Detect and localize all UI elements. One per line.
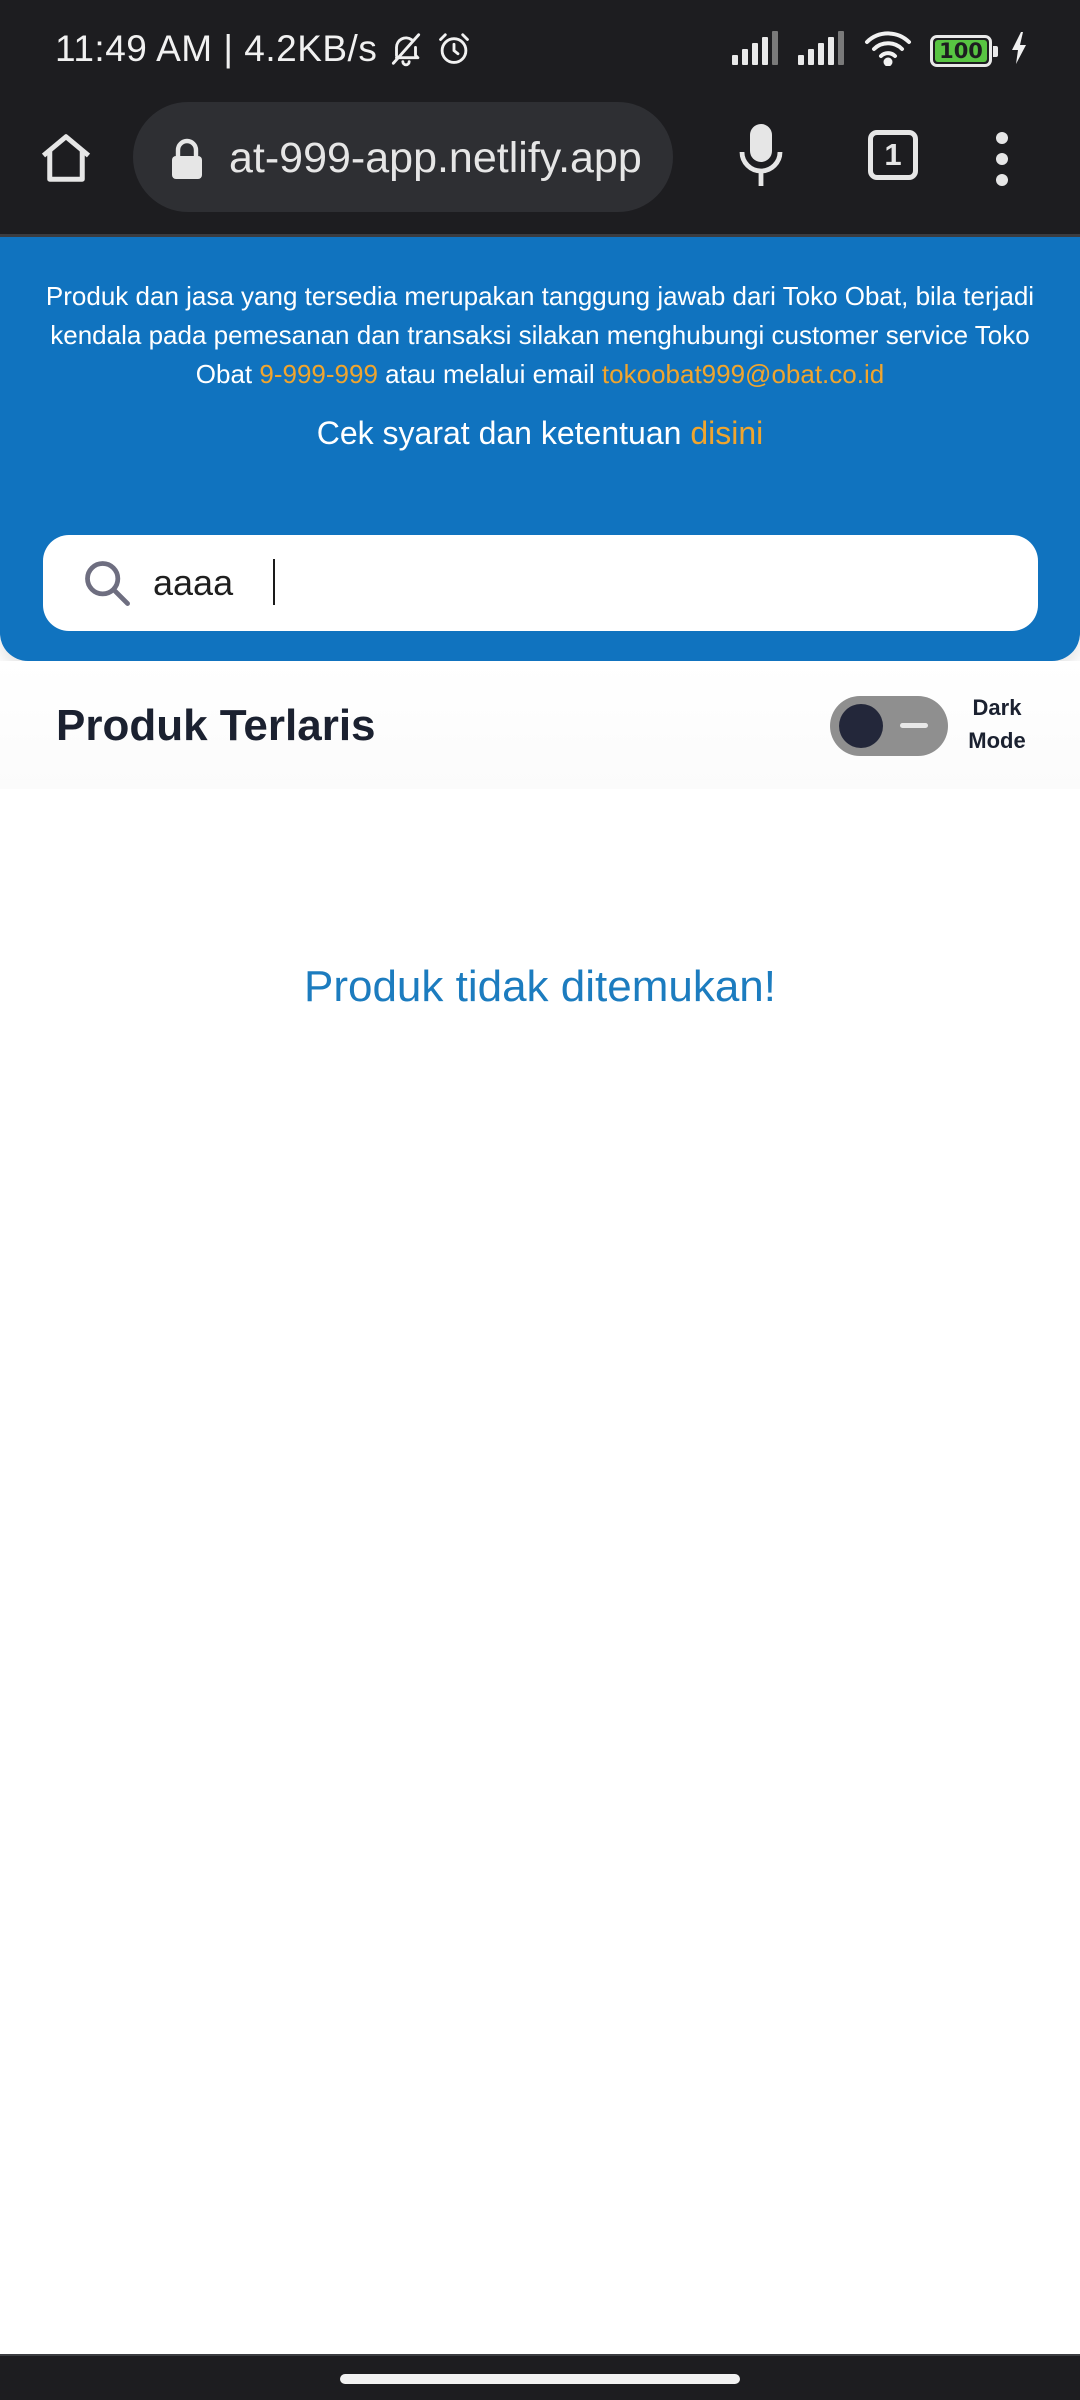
home-indicator[interactable] (340, 2374, 740, 2384)
home-button[interactable] (36, 128, 96, 188)
section-title: Produk Terlaris (56, 701, 376, 750)
signal-icon-2 (798, 31, 846, 70)
browser-toolbar: at-999-app.netlify.app 1 (0, 100, 1080, 234)
more-vert-icon (996, 132, 1008, 186)
status-time-speed: 11:49 AM | 4.2KB/s (55, 28, 378, 69)
info-panel: Produk dan jasa yang tersedia merupakan … (0, 237, 1080, 661)
tab-count: 1 (884, 137, 902, 172)
terms-link[interactable]: disini (690, 415, 763, 451)
battery-level: 100 (939, 38, 983, 63)
battery-icon: 100 (930, 34, 998, 67)
phone-link[interactable]: 9-999-999 (259, 359, 378, 389)
dark-mode-label: Dark Mode (962, 691, 1032, 757)
microphone-icon (739, 124, 783, 186)
url-text: at-999-app.netlify.app (229, 134, 642, 182)
dark-mode-label-line2: Mode (968, 728, 1026, 753)
email-link[interactable]: tokoobat999@obat.co.id (602, 359, 884, 389)
text-cursor (273, 559, 275, 605)
info-text: Produk dan jasa yang tersedia merupakan … (30, 277, 1050, 394)
lock-icon (172, 138, 202, 179)
charging-bolt-icon (1010, 32, 1028, 69)
dark-mode-toggle[interactable] (830, 696, 948, 756)
alarm-icon (435, 30, 473, 68)
address-bar[interactable]: at-999-app.netlify.app (133, 102, 673, 212)
toggle-knob (839, 704, 883, 748)
status-right: 100 (732, 30, 1028, 71)
home-icon (41, 134, 91, 182)
terms-prefix: Cek syarat dan ketentuan (316, 415, 691, 451)
navigation-bar (0, 2356, 1080, 2400)
section-header: Produk Terlaris Dark Mode (0, 661, 1080, 789)
overflow-menu-button[interactable] (992, 128, 1012, 190)
search-icon (85, 561, 130, 606)
info-text-between: atau melalui email (377, 359, 602, 389)
empty-result-message: Produk tidak ditemukan! (303, 962, 777, 1011)
signal-icon (732, 31, 780, 70)
screen: 11:49 AM | 4.2KB/s 100 at-999-app.netlif… (0, 0, 1080, 2400)
battery-tip (993, 45, 998, 57)
dark-mode-label-line1: Dark (972, 695, 1022, 720)
tab-switcher-button[interactable]: 1 (868, 130, 918, 180)
wifi-icon (864, 30, 912, 71)
status-left: 11:49 AM | 4.2KB/s (55, 28, 473, 70)
search-input[interactable] (153, 555, 1013, 611)
terms-line: Cek syarat dan ketentuan disini (0, 415, 1080, 452)
voice-search-button[interactable] (738, 122, 784, 188)
muted-bell-icon (387, 30, 425, 68)
status-bar: 11:49 AM | 4.2KB/s 100 (0, 0, 1080, 100)
toggle-off-indicator (900, 723, 928, 728)
search-box[interactable] (43, 535, 1038, 631)
